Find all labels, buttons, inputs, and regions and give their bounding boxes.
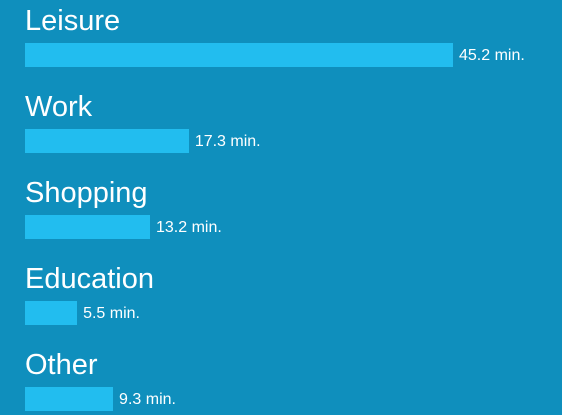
value-label-shopping: 13.2 min. <box>155 219 222 236</box>
bar-leisure <box>25 43 453 67</box>
category-label-leisure: Leisure <box>25 5 121 37</box>
value-label-education: 5.5 min. <box>83 305 140 322</box>
bar-shopping <box>25 215 150 239</box>
category-label-work: Work <box>25 91 93 123</box>
value-label-work: 17.3 min. <box>194 133 261 150</box>
category-label-education: Education <box>25 263 154 295</box>
bar-other <box>25 387 114 411</box>
bar-education <box>25 301 78 325</box>
time-spent-bar-chart: Leisure 45.2 min. Work 17.3 min. Shopping 13.… <box>0 0 562 415</box>
bar-work <box>25 129 189 153</box>
value-label-leisure: 45.2 min. <box>459 47 525 64</box>
value-label-other: 9.3 min. <box>119 391 176 408</box>
category-label-other: Other <box>25 349 98 381</box>
category-label-shopping: Shopping <box>25 177 148 209</box>
